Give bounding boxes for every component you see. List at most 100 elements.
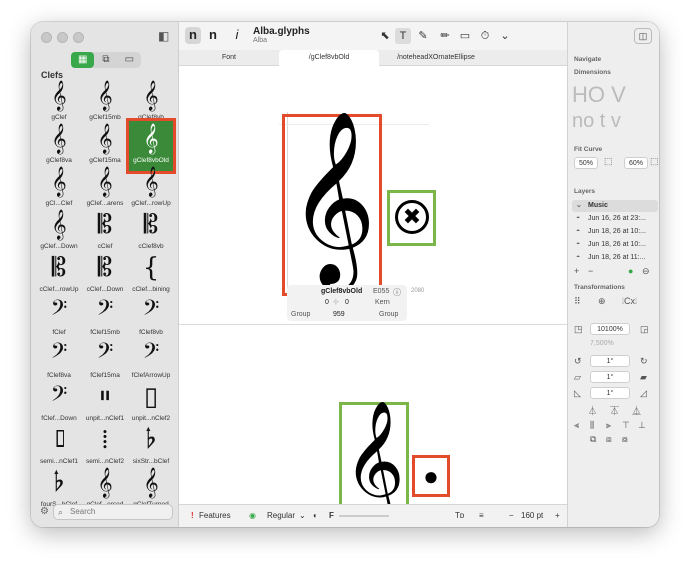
fit-curve-handle-icon[interactable]: ⬚: [650, 156, 659, 167]
minimize-window-button[interactable]: [57, 32, 68, 43]
boolean-intersect-icon[interactable]: ⧇: [622, 434, 628, 445]
slant-field[interactable]: 1°: [590, 371, 630, 383]
alignment-icon[interactable]: ≡: [479, 511, 484, 520]
skew-left-icon[interactable]: ◺: [574, 388, 581, 399]
info-glyph-name[interactable]: gClef8vbOld: [321, 288, 362, 295]
remove-layer-icon[interactable]: −: [588, 266, 593, 276]
info-right-group[interactable]: Group: [379, 311, 398, 318]
tab-notehead[interactable]: /noteheadXOrnateEllipse: [381, 50, 491, 66]
layer-item[interactable]: ◓ Jun 18, 26 at 10:...: [572, 239, 658, 251]
sidebar-toggle-icon[interactable]: ◧: [158, 29, 169, 43]
layer-item[interactable]: ◓ Jun 18, 26 at 10:...: [572, 226, 658, 238]
more-tools-icon[interactable]: ⌄: [497, 28, 513, 44]
layer-eye-icon[interactable]: ◓: [576, 213, 580, 225]
fit-curve-handle-icon[interactable]: ⬚: [604, 156, 613, 167]
info-unicode[interactable]: E055: [373, 288, 389, 295]
zoom-level[interactable]: 160 pt: [521, 511, 543, 520]
layers-header[interactable]: Layers: [574, 188, 595, 195]
flip-horizontal-icon[interactable]: ⏄: [610, 404, 619, 417]
tab-font[interactable]: Font: [181, 50, 277, 66]
eye-icon[interactable]: ◉: [249, 511, 256, 520]
measure-tool-icon[interactable]: ⏱: [477, 28, 493, 44]
layer-eye-icon[interactable]: ◓: [576, 252, 580, 264]
inspector-toggle-icon[interactable]: ◫: [634, 28, 652, 44]
master-select[interactable]: Regular: [267, 511, 295, 520]
upper-clef-glyph[interactable]: 𝄞: [285, 102, 379, 292]
rotate-ccw-icon[interactable]: ↺: [574, 356, 582, 367]
upper-notehead-glyph[interactable]: ✖: [395, 200, 429, 234]
edit-mode-button[interactable]: n: [185, 27, 201, 44]
layer-options-icon[interactable]: ⊖: [642, 266, 650, 277]
align-right-icon[interactable]: ⫸: [606, 420, 611, 431]
info-width[interactable]: 959: [333, 311, 345, 318]
app-window: ◧ ▦ ⧉ ▭ Clefs 𝄞 gClef 𝄞 gClef15mb 𝄞 gClef8vb 𝄞…: [31, 22, 659, 527]
rotate-cw-icon[interactable]: ↻: [640, 356, 648, 367]
info-kern[interactable]: Kern: [375, 299, 390, 306]
fit-curve-60[interactable]: 60%: [624, 157, 648, 169]
layer-item[interactable]: ⌄ Music: [572, 200, 658, 212]
grid-view-icon[interactable]: ▦: [71, 52, 95, 68]
chevron-down-icon[interactable]: ⌄: [576, 200, 582, 212]
navigate-header[interactable]: Navigate: [574, 56, 601, 63]
slant-right-icon[interactable]: ▰: [640, 372, 647, 383]
slant-left-icon[interactable]: ▱: [574, 372, 581, 383]
tab-gclef8vbold[interactable]: /gClef8vbOld: [279, 50, 379, 66]
select-tool-icon[interactable]: ⬉: [377, 28, 393, 44]
layer-item[interactable]: ◓ Jun 18, 26 at 11:...: [572, 252, 658, 264]
align-center-icon[interactable]: ⫼: [590, 420, 594, 431]
zoom-out-button[interactable]: −: [509, 511, 514, 520]
text-direction-icon[interactable]: Tᴅ: [455, 511, 464, 520]
dimensions-header[interactable]: Dimensions: [574, 69, 611, 76]
glyph-cell-preview: 𝄢: [50, 382, 68, 412]
rectangle-tool-icon[interactable]: ▭: [457, 28, 473, 44]
edit-canvas[interactable]: 𝄞 ✖ 0 959 0 0 2080 gClef8vbOld E055 ⓘ 0 …: [179, 66, 567, 526]
view-mode-segmented: ▦ ⧉ ▭: [71, 52, 141, 68]
align-left-icon[interactable]: ⫷: [574, 420, 579, 431]
align-top-icon[interactable]: ⊤: [622, 420, 630, 431]
reference-point-grid-icon[interactable]: ⠿: [574, 296, 581, 307]
zoom-in-button[interactable]: +: [555, 511, 560, 520]
metrics-link-icon[interactable]: ⊹: [333, 298, 339, 306]
scale-field[interactable]: 10100%: [590, 323, 630, 335]
info-left-sb[interactable]: 0: [325, 299, 329, 306]
center-target-icon[interactable]: ⊕: [598, 296, 606, 307]
features-button[interactable]: Features: [199, 511, 231, 520]
list-view-icon[interactable]: ▭: [118, 52, 141, 68]
layer-eye-icon[interactable]: ◓: [576, 226, 580, 238]
skew-field[interactable]: 1°: [590, 387, 630, 399]
settings-icon[interactable]: ⚙: [40, 506, 49, 517]
info-button[interactable]: i: [229, 27, 245, 44]
preview-size-slider[interactable]: [339, 515, 389, 517]
metrics-cx-icon[interactable]: ⦙Cx⦙: [622, 296, 637, 307]
skew-right-icon[interactable]: ◿: [640, 388, 647, 399]
align-bottom-icon[interactable]: ⊥: [638, 420, 646, 431]
info-right-sb[interactable]: 0: [345, 299, 349, 306]
rotate-field[interactable]: 1°: [590, 355, 630, 367]
flip-both-icon[interactable]: ⏅: [632, 404, 641, 417]
add-layer-icon[interactable]: +: [574, 266, 579, 276]
contrast-icon[interactable]: ◐: [313, 511, 318, 520]
transformations-header[interactable]: Transformations: [574, 284, 625, 291]
flip-vertical-icon[interactable]: ⏃: [588, 404, 597, 417]
search-input[interactable]: ⌕ Search: [53, 504, 173, 520]
dimensions-preview-2: no t v: [572, 110, 621, 132]
fit-curve-header[interactable]: Fit Curve: [574, 146, 602, 153]
layer-eye-icon[interactable]: ◓: [576, 239, 580, 251]
scale-icon[interactable]: ◳: [574, 324, 583, 335]
pen-tool-icon[interactable]: ✎: [415, 28, 431, 44]
boolean-union-icon[interactable]: ⧉: [590, 434, 596, 445]
boolean-subtract-icon[interactable]: ⧈: [606, 434, 612, 445]
window-subtitle: Alba: [253, 37, 268, 44]
fit-curve-50[interactable]: 50%: [574, 157, 598, 169]
layer-item[interactable]: ◓ Jun 16, 26 at 23:...: [572, 213, 658, 225]
info-circle-icon[interactable]: ⓘ: [393, 287, 401, 298]
copy-view-icon[interactable]: ⧉: [94, 52, 117, 68]
text-tool-icon[interactable]: T: [395, 28, 411, 44]
scale-up-icon[interactable]: ◲: [640, 324, 649, 335]
info-left-group[interactable]: Group: [291, 311, 310, 318]
scale-secondary[interactable]: 7,500%: [590, 340, 614, 347]
preview-mode-button[interactable]: n: [205, 27, 221, 44]
close-window-button[interactable]: [41, 32, 52, 43]
zoom-window-button[interactable]: [73, 32, 84, 43]
pencil-tool-icon[interactable]: ✏: [437, 28, 453, 44]
